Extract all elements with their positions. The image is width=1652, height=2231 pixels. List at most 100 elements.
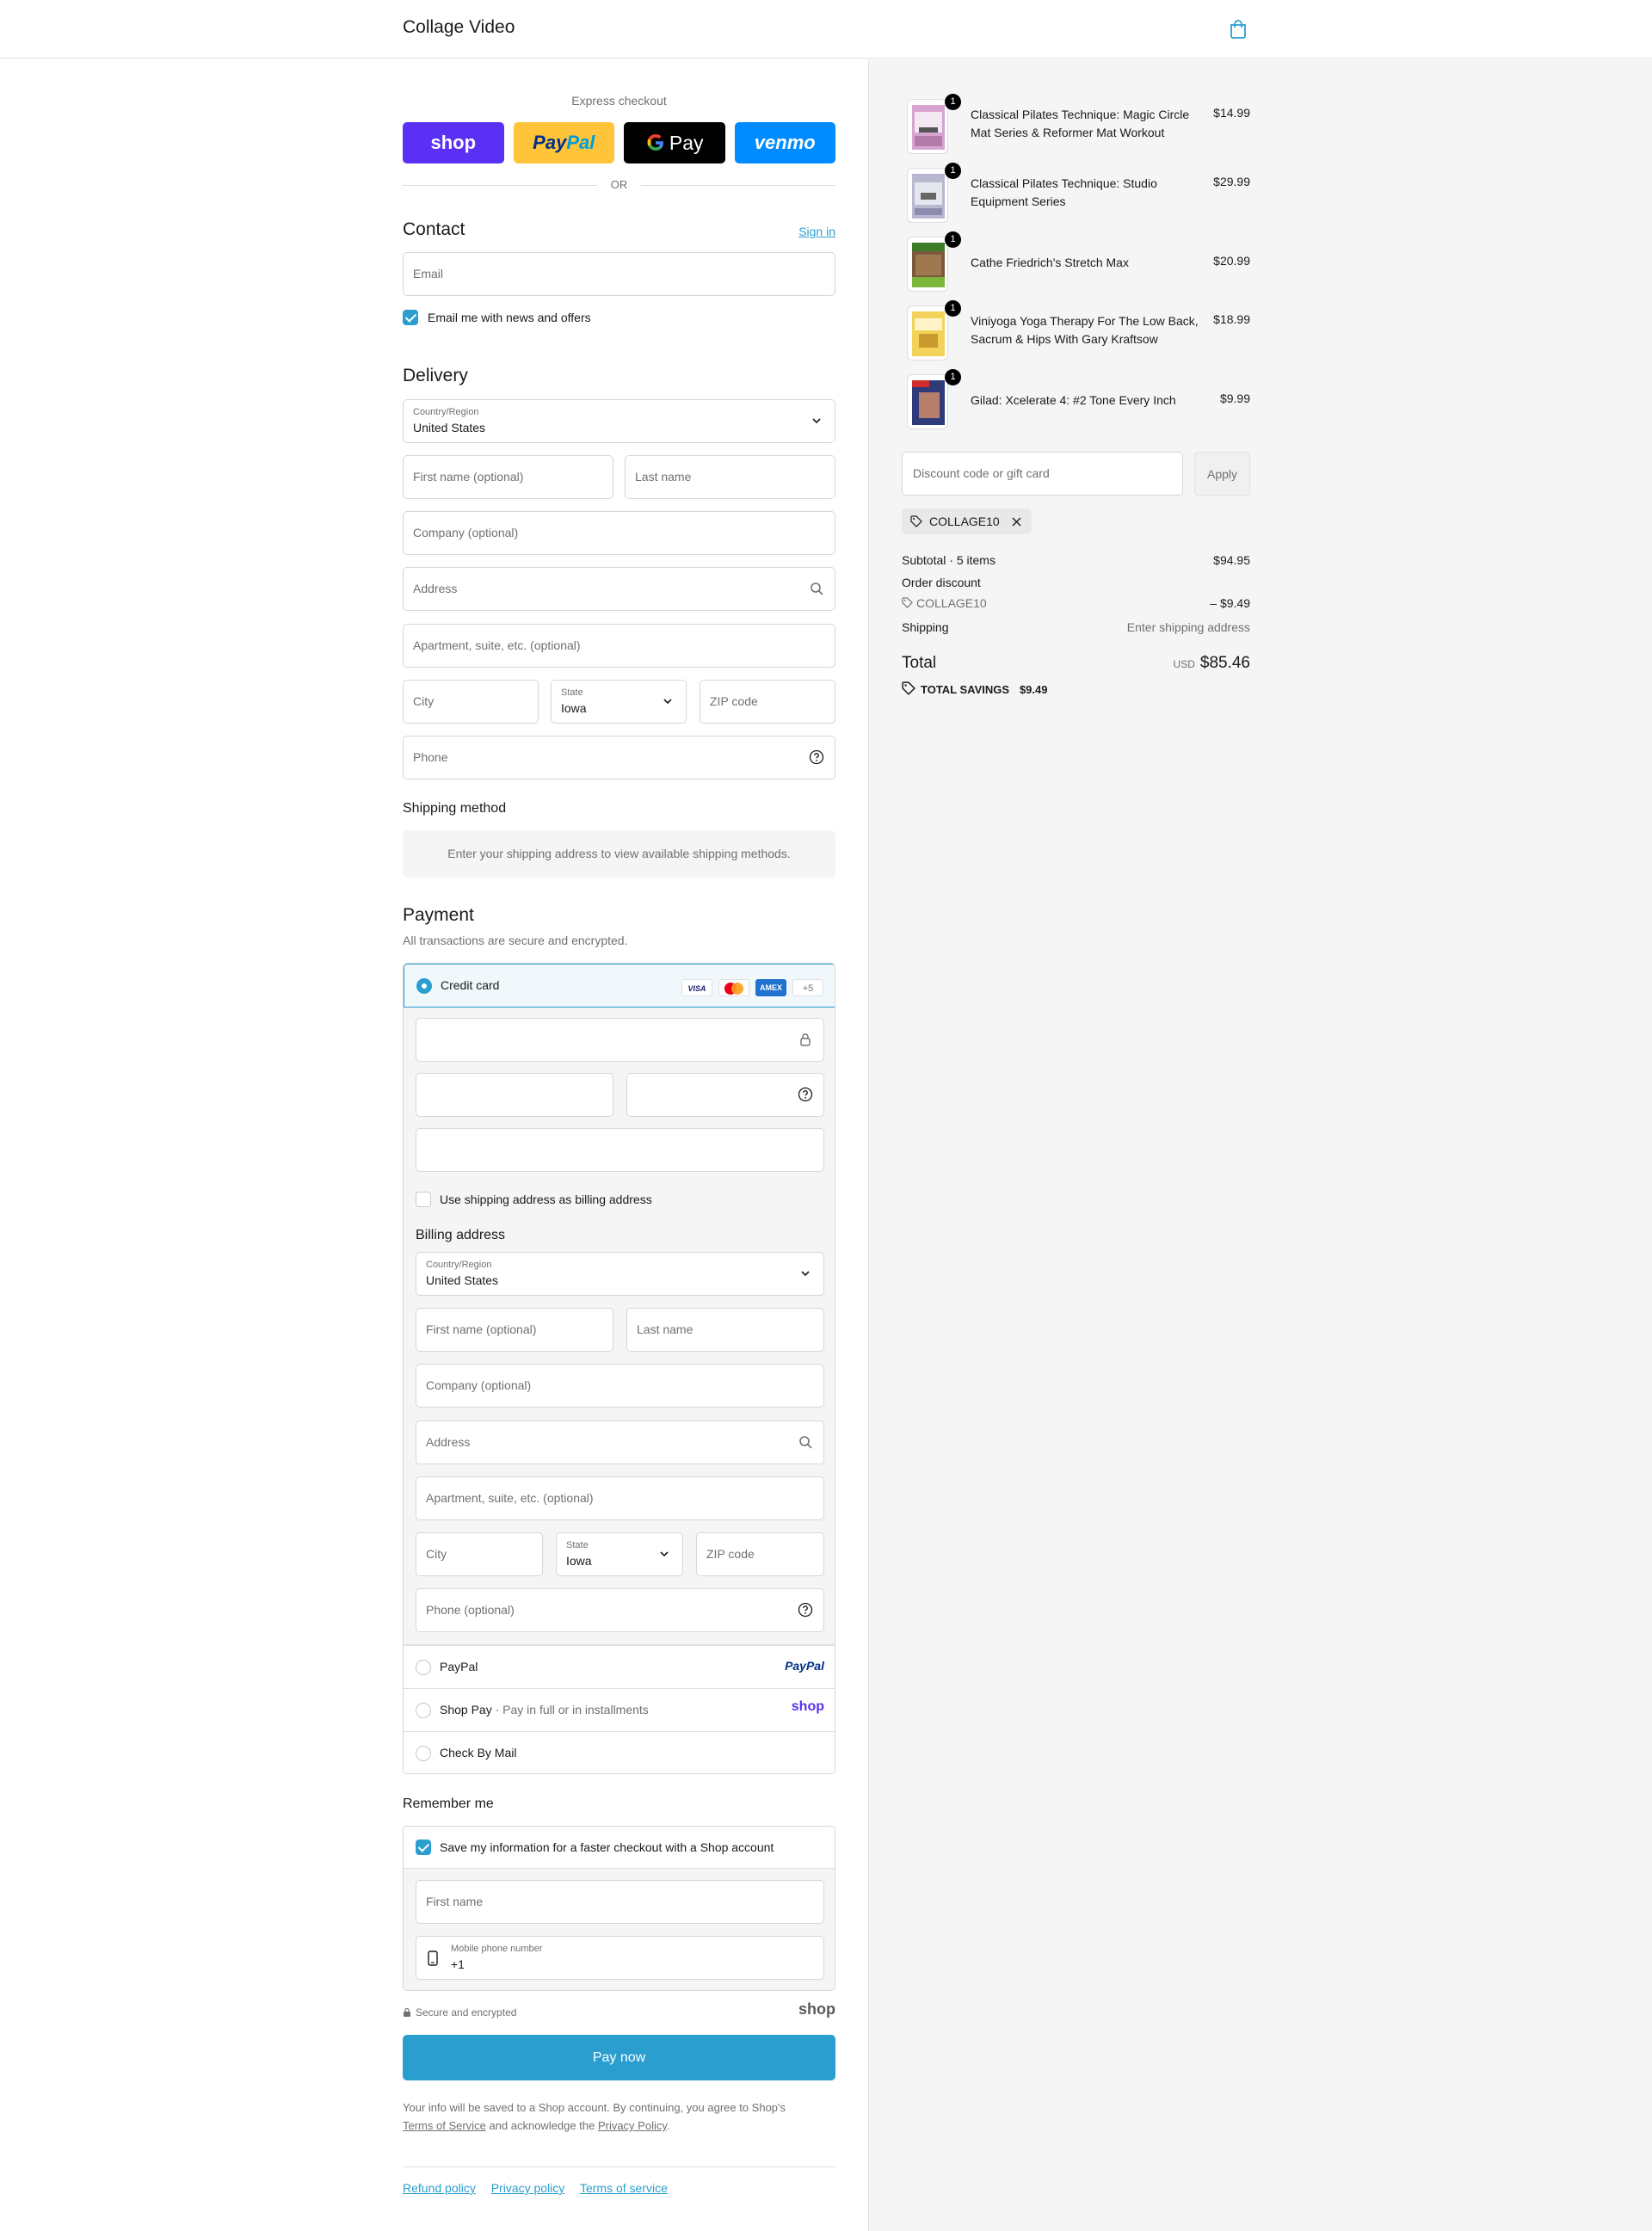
shop-pay-option[interactable]: Shop Pay · Pay in full or in installment… bbox=[404, 1688, 835, 1731]
line-item: 1 Gilad: Xcelerate 4: #2 Tone Every Inch… bbox=[902, 369, 1250, 429]
use-shipping-label: Use shipping address as billing address bbox=[440, 1193, 652, 1206]
paypal-button[interactable]: Pay Pal bbox=[513, 122, 614, 163]
news-offers-label: Email me with news and offers bbox=[428, 311, 591, 324]
express-buttons: shop Pay Pal Pay venmo bbox=[403, 122, 835, 163]
paypal-radio[interactable] bbox=[416, 1660, 431, 1675]
product-thumbnail bbox=[907, 374, 948, 429]
product-thumbnail bbox=[907, 99, 948, 154]
shop-first-name-field[interactable]: First name bbox=[416, 1880, 824, 1924]
mobile-phone-icon bbox=[428, 1951, 438, 1966]
sign-in-link[interactable]: Sign in bbox=[798, 225, 835, 238]
apply-discount-button[interactable]: Apply bbox=[1194, 452, 1250, 496]
line-item: 1 Classical Pilates Technique: Studio Eq… bbox=[902, 163, 1250, 223]
credit-card-radio[interactable] bbox=[416, 978, 432, 994]
billing-country-select[interactable]: Country/Region United States bbox=[416, 1252, 824, 1296]
check-by-mail-option[interactable]: Check By Mail bbox=[404, 1731, 835, 1773]
secure-text: Secure and encrypted bbox=[416, 2006, 517, 2018]
billing-city-field[interactable]: City bbox=[416, 1532, 543, 1576]
search-icon bbox=[799, 1436, 812, 1449]
billing-zip-field[interactable]: ZIP code bbox=[696, 1532, 824, 1576]
chevron-down-icon bbox=[663, 699, 672, 705]
zip-field[interactable]: ZIP code bbox=[700, 680, 835, 724]
close-icon[interactable] bbox=[1012, 517, 1021, 527]
shopping-bag-icon[interactable] bbox=[1229, 19, 1248, 40]
footer-links: Refund policy Privacy policy Terms of se… bbox=[403, 2181, 680, 2195]
item-title: Gilad: Xcelerate 4: #2 Tone Every Inch bbox=[971, 393, 1176, 407]
city-field[interactable]: City bbox=[403, 680, 539, 724]
save-info-checkbox[interactable] bbox=[416, 1840, 431, 1855]
paypal-logo: PayPal bbox=[785, 1659, 824, 1673]
billing-title: Billing address bbox=[416, 1228, 506, 1242]
card-expiry-field[interactable] bbox=[416, 1073, 613, 1117]
legal-text: Your info will be saved to a Shop accoun… bbox=[403, 2101, 786, 2132]
quantity-badge: 1 bbox=[945, 163, 961, 179]
visa-icon: VISA bbox=[681, 979, 712, 996]
save-info-label: Save my information for a faster checkou… bbox=[440, 1840, 774, 1854]
item-price: $18.99 bbox=[1213, 312, 1250, 326]
terms-of-service-link[interactable]: Terms of service bbox=[580, 2181, 668, 2195]
item-title: Viniyoga Yoga Therapy For The Low Back, … bbox=[971, 314, 1199, 346]
mobile-phone-field[interactable]: Mobile phone number +1 bbox=[416, 1936, 824, 1980]
help-icon[interactable] bbox=[809, 749, 824, 765]
billing-address-field[interactable]: Address bbox=[416, 1421, 824, 1464]
quantity-badge: 1 bbox=[945, 94, 961, 110]
help-icon[interactable] bbox=[798, 1087, 813, 1102]
shop-pay-radio[interactable] bbox=[416, 1703, 431, 1718]
shop-privacy-link[interactable]: Privacy Policy bbox=[598, 2119, 667, 2132]
remember-me-title: Remember me bbox=[403, 1797, 494, 1811]
credit-card-option[interactable]: Credit card VISA AMEX +5 bbox=[404, 964, 835, 1008]
billing-last-name-field[interactable]: Last name bbox=[626, 1308, 824, 1352]
chevron-down-icon bbox=[660, 1551, 669, 1557]
card-name-field[interactable] bbox=[416, 1128, 824, 1172]
address-field[interactable]: Address bbox=[403, 567, 835, 611]
credit-card-label: Credit card bbox=[441, 978, 500, 992]
shop-pay-logo: shop bbox=[791, 1699, 824, 1714]
news-offers-checkbox[interactable] bbox=[403, 310, 418, 325]
store-name[interactable]: Collage Video bbox=[403, 17, 515, 38]
google-pay-button[interactable]: Pay bbox=[624, 122, 725, 163]
email-field[interactable]: Email bbox=[403, 252, 835, 296]
billing-phone-field[interactable]: Phone (optional) bbox=[416, 1588, 824, 1632]
check-by-mail-radio[interactable] bbox=[416, 1746, 431, 1761]
delivery-title: Delivery bbox=[403, 366, 468, 385]
billing-state-select[interactable]: State Iowa bbox=[556, 1532, 683, 1576]
lock-icon bbox=[404, 2007, 410, 2017]
last-name-field[interactable]: Last name bbox=[625, 455, 835, 499]
item-price: $9.99 bbox=[1219, 391, 1250, 405]
refund-policy-link[interactable]: Refund policy bbox=[403, 2181, 476, 2195]
discount-detail-row: COLLAGE10 – $9.49 bbox=[902, 596, 1250, 610]
discount-code-field[interactable]: Discount code or gift card bbox=[902, 452, 1183, 496]
card-cvv-field[interactable] bbox=[626, 1073, 824, 1117]
first-name-field[interactable]: First name (optional) bbox=[403, 455, 613, 499]
chevron-down-icon bbox=[812, 418, 821, 424]
use-shipping-checkbox[interactable] bbox=[416, 1192, 431, 1207]
item-price: $29.99 bbox=[1213, 175, 1250, 188]
product-thumbnail bbox=[907, 237, 948, 292]
shop-pay-button[interactable]: shop bbox=[403, 122, 504, 163]
pay-now-button[interactable]: Pay now bbox=[403, 2035, 835, 2080]
shop-logo: shop bbox=[798, 2000, 835, 2018]
order-discount-row: Order discount bbox=[902, 576, 981, 589]
chevron-down-icon bbox=[801, 1271, 810, 1277]
shop-terms-link[interactable]: Terms of Service bbox=[403, 2119, 486, 2132]
contact-title: Contact bbox=[403, 219, 465, 239]
discount-code-chip: COLLAGE10 bbox=[902, 508, 1032, 534]
billing-apartment-field[interactable]: Apartment, suite, etc. (optional) bbox=[416, 1476, 824, 1520]
privacy-policy-link[interactable]: Privacy policy bbox=[491, 2181, 565, 2195]
state-select[interactable]: State Iowa bbox=[551, 680, 687, 724]
paypal-option[interactable]: PayPal PayPal bbox=[404, 1645, 835, 1688]
apartment-field[interactable]: Apartment, suite, etc. (optional) bbox=[403, 624, 835, 668]
payment-title: Payment bbox=[403, 905, 474, 925]
credit-card-form: Use shipping address as billing address … bbox=[404, 1008, 835, 1645]
venmo-button[interactable]: venmo bbox=[734, 122, 835, 163]
google-g-icon bbox=[647, 134, 663, 151]
phone-field[interactable]: Phone bbox=[403, 736, 835, 780]
header: Collage Video bbox=[0, 0, 1652, 59]
country-select[interactable]: Country/Region United States bbox=[403, 399, 835, 443]
card-number-field[interactable] bbox=[416, 1018, 824, 1062]
billing-company-field[interactable]: Company (optional) bbox=[416, 1364, 824, 1408]
help-icon[interactable] bbox=[798, 1602, 813, 1618]
product-thumbnail bbox=[907, 305, 948, 361]
billing-first-name-field[interactable]: First name (optional) bbox=[416, 1308, 613, 1352]
company-field[interactable]: Company (optional) bbox=[403, 511, 835, 555]
